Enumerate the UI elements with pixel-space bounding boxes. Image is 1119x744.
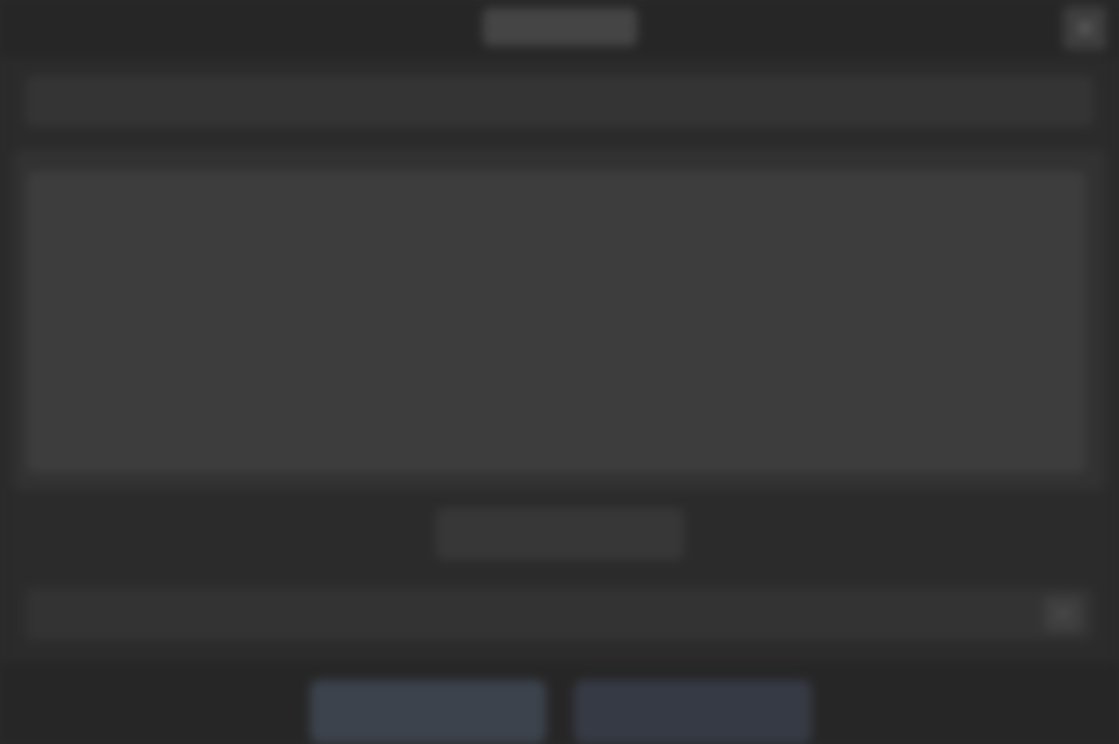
close-button[interactable] — [1063, 6, 1107, 50]
title-pill — [483, 8, 637, 46]
close-icon — [1077, 20, 1093, 36]
dialog-window — [0, 0, 1119, 744]
collapsible-section[interactable] — [26, 588, 1093, 640]
text-editor[interactable] — [28, 172, 1085, 472]
top-input-field[interactable] — [26, 76, 1093, 126]
center-action-button[interactable] — [436, 508, 684, 560]
footer-right-button[interactable] — [574, 680, 812, 744]
section-toggle-button[interactable] — [1044, 596, 1082, 632]
footer-left-button[interactable] — [310, 680, 546, 744]
footer-bar — [0, 662, 1119, 744]
title-bar — [0, 0, 1119, 58]
chevron-down-icon — [1057, 610, 1069, 618]
